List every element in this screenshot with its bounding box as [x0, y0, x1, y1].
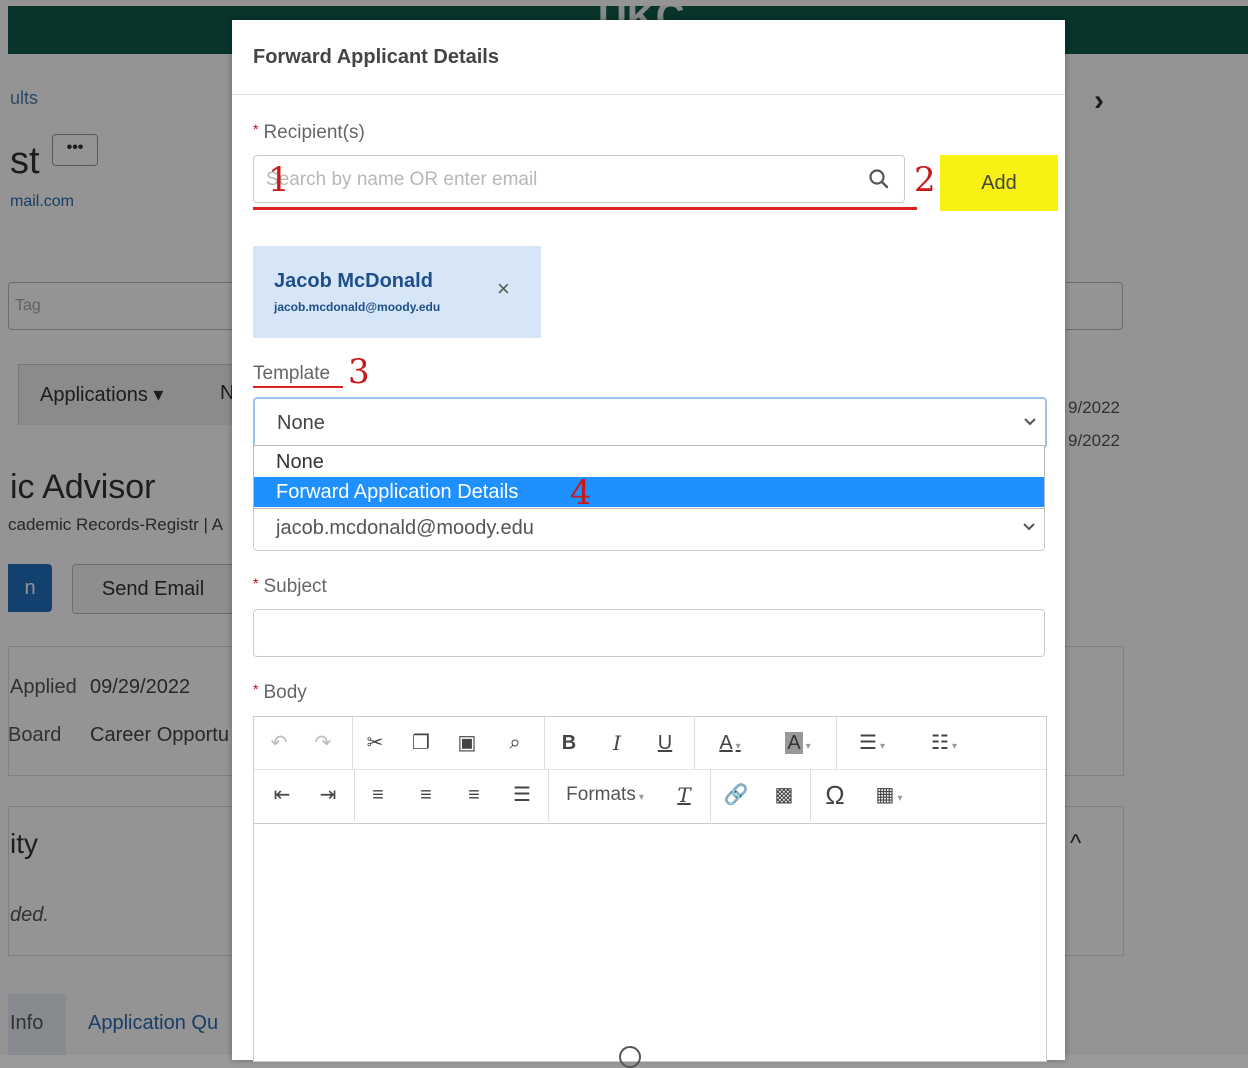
recipients-label: * Recipient(s) — [253, 121, 365, 144]
undo-icon[interactable]: ↶ — [264, 725, 294, 761]
required-marker: * — [253, 681, 259, 697]
image-icon[interactable]: ▩ — [768, 777, 800, 813]
modal-title: Forward Applicant Details — [253, 46, 499, 68]
recipient-name: Jacob McDonald — [274, 270, 433, 292]
recipient-search-input[interactable] — [264, 164, 858, 196]
editor-content-area[interactable] — [254, 824, 1046, 1068]
recipient-search-field[interactable] — [253, 155, 905, 203]
align-justify-icon[interactable]: ☰ — [506, 777, 538, 813]
required-marker: * — [253, 575, 259, 591]
align-left-icon[interactable]: ≡ — [362, 777, 394, 813]
template-selected-value: None — [277, 412, 325, 434]
remove-recipient-icon[interactable]: × — [497, 276, 510, 302]
cut-icon[interactable]: ✂ — [360, 725, 390, 761]
bold-icon[interactable]: B — [554, 725, 584, 761]
special-character-icon[interactable]: Ω — [818, 777, 852, 813]
toolbar-divider — [548, 769, 549, 821]
underline-icon[interactable]: U — [650, 725, 680, 761]
annotation-step-3: 3 — [348, 352, 370, 392]
formats-dropdown[interactable]: Formats ▾ — [560, 777, 650, 813]
annotation-step-1: 1 — [268, 160, 290, 200]
toolbar-divider — [836, 717, 837, 769]
toolbar-divider — [810, 769, 811, 821]
recipient-chip: Jacob McDonald jacob.mcdonald@moody.edu … — [253, 246, 541, 338]
modal-header: Forward Applicant Details — [232, 20, 1065, 95]
template-label: Template — [253, 363, 331, 384]
add-recipient-button[interactable]: Add — [940, 155, 1058, 211]
annotation-step-4: 4 — [570, 473, 592, 513]
redo-icon[interactable]: ↷ — [308, 725, 338, 761]
numbered-list-icon[interactable]: ☷ ▾ — [916, 725, 972, 761]
forward-applicant-modal: Forward Applicant Details * Recipient(s) … — [232, 20, 1065, 1068]
annotation-underline-template — [253, 386, 343, 388]
toolbar-divider — [352, 717, 353, 769]
toolbar-row: ↶ ↷ ✂ ❐ ▣ ⌕ B I U A ▾ A ▾ ☰ ▾ ☷ ▾ — [254, 717, 1046, 770]
template-option-none[interactable]: None — [254, 447, 1044, 477]
subject-label-text: Subject — [263, 576, 327, 597]
from-address-select[interactable]: jacob.mcdonald@moody.edu — [253, 504, 1045, 551]
align-right-icon[interactable]: ≡ — [458, 777, 490, 813]
clear-formatting-icon[interactable]: T — [668, 777, 700, 813]
body-label-text: Body — [263, 682, 307, 703]
toolbar-divider — [544, 717, 545, 769]
formats-label: Formats — [566, 784, 636, 805]
annotation-underline-search — [253, 207, 917, 210]
recipient-email: jacob.mcdonald@moody.edu — [274, 300, 441, 314]
option-label: Forward Application Details — [276, 481, 519, 503]
bullet-list-icon[interactable]: ☰ ▾ — [844, 725, 900, 761]
chevron-down-icon — [1023, 523, 1035, 531]
find-icon[interactable]: ⌕ — [500, 725, 530, 761]
align-center-icon[interactable]: ≡ — [410, 777, 442, 813]
text-color-icon[interactable]: A ▾ — [702, 725, 758, 761]
table-icon[interactable]: ▦ ▾ — [866, 777, 912, 813]
option-label: None — [276, 451, 324, 473]
italic-icon[interactable]: I — [602, 725, 632, 761]
copy-icon[interactable]: ❐ — [406, 725, 436, 761]
link-icon[interactable]: 🔗 — [720, 777, 752, 813]
resize-handle-icon[interactable] — [619, 1046, 641, 1068]
required-marker: * — [253, 121, 259, 137]
background-color-icon[interactable]: A ▾ — [770, 725, 826, 761]
indent-icon[interactable]: ⇥ — [312, 777, 344, 813]
chevron-down-icon — [1024, 418, 1036, 426]
editor-toolbar: ↶ ↷ ✂ ❐ ▣ ⌕ B I U A ▾ A ▾ ☰ ▾ ☷ ▾ ⇤ ⇥ ≡ … — [254, 717, 1046, 824]
annotation-step-2: 2 — [914, 160, 936, 200]
body-label: * Body — [253, 681, 307, 704]
outdent-icon[interactable]: ⇤ — [266, 777, 298, 813]
toolbar-divider — [710, 769, 711, 821]
subject-label: * Subject — [253, 575, 327, 598]
template-select[interactable]: None — [253, 397, 1047, 449]
template-dropdown-list: None Forward Application Details — [253, 445, 1045, 509]
search-icon[interactable] — [868, 168, 890, 190]
recipients-label-text: Recipient(s) — [263, 122, 365, 143]
subject-input[interactable] — [253, 609, 1045, 657]
toolbar-divider — [694, 717, 695, 769]
rich-text-editor: ↶ ↷ ✂ ❐ ▣ ⌕ B I U A ▾ A ▾ ☰ ▾ ☷ ▾ ⇤ ⇥ ≡ … — [253, 716, 1047, 1068]
template-option-forward-application-details[interactable]: Forward Application Details — [254, 477, 1044, 507]
paste-icon[interactable]: ▣ — [452, 725, 482, 761]
from-address-value: jacob.mcdonald@moody.edu — [276, 517, 534, 539]
toolbar-divider — [354, 769, 355, 821]
toolbar-row: ⇤ ⇥ ≡ ≡ ≡ ☰ Formats ▾ T 🔗 ▩ Ω ▦ ▾ — [254, 769, 1046, 821]
